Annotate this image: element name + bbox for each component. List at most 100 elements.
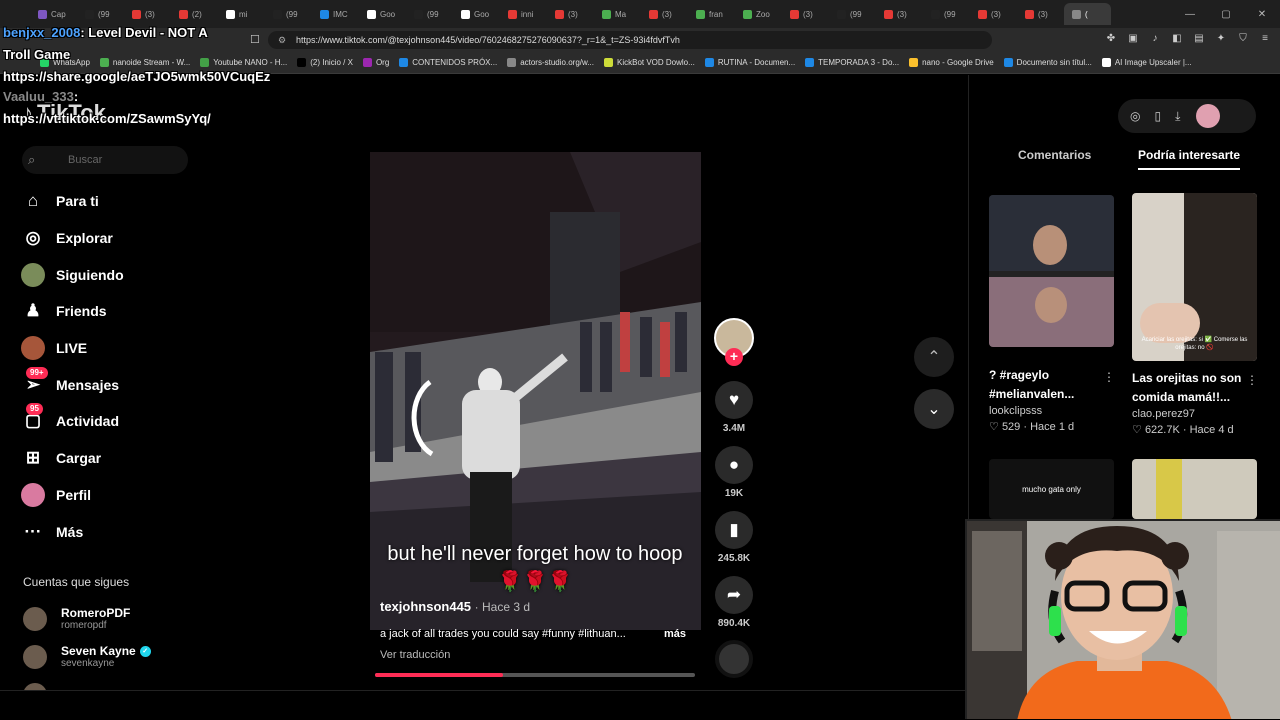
bookmark-item[interactable]: RUTINA - Documen... (704, 58, 795, 67)
video-author: clao.perez97 (1132, 408, 1195, 420)
tab-label: mi (239, 9, 248, 19)
avatar (23, 607, 47, 631)
suggested-video-card[interactable]: mucho gata only (989, 459, 1115, 519)
sidebar-icon[interactable]: ◧ (1170, 32, 1184, 46)
browser-tab[interactable]: (99 (265, 3, 312, 25)
comment-button[interactable]: ● 19K (714, 446, 754, 499)
following-account[interactable]: Seven Kayne ✓ sevenkayne (23, 638, 193, 676)
browser-tab[interactable]: (3) (641, 3, 688, 25)
nav-item-más[interactable]: ··· Más (20, 513, 190, 550)
more-options-icon[interactable]: ⋮ (1246, 373, 1258, 387)
browser-tab[interactable]: fran (688, 3, 735, 25)
extensions-icon[interactable]: ✤ (1104, 32, 1118, 46)
right-panel-tabs: Comentarios Podría interesarte (990, 145, 1260, 171)
ai-icon[interactable]: ✦ (1214, 32, 1228, 46)
tab-label: (3) (568, 9, 578, 19)
coin-icon[interactable]: ◎ (1130, 109, 1140, 123)
bookmark-item[interactable]: nano - Google Drive (909, 58, 994, 67)
nav-item-perfil[interactable]: Perfil (20, 477, 190, 514)
phone-icon[interactable]: ▯ (1154, 109, 1161, 123)
verified-icon: ✓ (139, 646, 151, 658)
tab-comments[interactable]: Comentarios (1018, 145, 1091, 165)
browser-tab[interactable]: Ma (594, 3, 641, 25)
browser-tab[interactable]: Goo (359, 3, 406, 25)
follow-plus-button[interactable]: + (725, 348, 743, 366)
previous-video-button[interactable]: ⌃ (914, 337, 954, 377)
suggested-video-card[interactable]: ? #rageylo #melianvalen... ⋮ lookclipsss… (989, 195, 1115, 435)
browser-tab[interactable]: (99 (829, 3, 876, 25)
bookmark-item[interactable]: CONTENIDOS PRÓX... (399, 58, 497, 67)
browser-tab[interactable]: (3) (876, 3, 923, 25)
nav-item-para-ti[interactable]: ⌂ Para ti (20, 183, 190, 220)
suggested-video-card[interactable]: Acariciar las orejitas: si ✅ Comerse las… (1132, 193, 1258, 438)
nav-item-label: Mensajes (56, 376, 120, 393)
save-button[interactable]: ▮ 245.8K (714, 511, 754, 564)
wallet-icon[interactable]: ▤ (1192, 32, 1206, 46)
messages-icon: ➢ 99+ (20, 366, 48, 398)
media-icon[interactable]: ♪ (1148, 32, 1162, 46)
video-author[interactable]: texjohnson445 · Hace 3 d (380, 599, 530, 614)
minimize-icon[interactable]: — (1172, 0, 1208, 28)
tab-suggested[interactable]: Podría interesarte (1138, 145, 1241, 170)
nav-item-mensajes[interactable]: ➢ 99+ Mensajes (20, 366, 190, 403)
close-window-icon[interactable]: ✕ (1244, 0, 1280, 28)
more-options-icon[interactable]: ⋮ (1103, 370, 1115, 384)
bookmark-item[interactable]: Org (362, 58, 389, 67)
download-icon[interactable]: ⤓ (1175, 109, 1180, 124)
screenshot-icon[interactable]: ▣ (1126, 32, 1140, 46)
browser-tab[interactable]: Goo (453, 3, 500, 25)
search-placeholder: Buscar (68, 154, 103, 166)
tab-label: (3) (662, 9, 672, 19)
bookmark-item[interactable]: (2) Inicio / X (297, 58, 353, 67)
browser-tab[interactable]: (3) (1017, 3, 1064, 25)
address-bar[interactable]: ⚙ https://www.tiktok.com/@texjohnson445/… (268, 31, 992, 49)
browser-tab[interactable]: Zoo (735, 3, 782, 25)
tab-favicon-icon (461, 9, 470, 19)
suggested-video-card[interactable] (1132, 459, 1258, 519)
browser-tab[interactable]: IMC (312, 3, 359, 25)
bookmark-item[interactable]: TEMPORADA 3 - Do... (805, 58, 899, 67)
bookmark-item[interactable]: actors-studio.org/w... (507, 58, 594, 67)
nav-item-live[interactable]: LIVE (20, 330, 190, 367)
nav-item-explorar[interactable]: ◎ Explorar (20, 220, 190, 257)
video-progress-bar[interactable] (375, 673, 695, 677)
nav-item-friends[interactable]: ♟ Friends (20, 293, 190, 330)
browser-tab[interactable]: (3) (970, 3, 1017, 25)
browser-tab[interactable]: (3) (782, 3, 829, 25)
bookmark-item[interactable]: Documento sin títul... (1003, 58, 1092, 67)
browser-tab[interactable]: (99 (923, 3, 970, 25)
nav-item-label: Explorar (56, 230, 113, 247)
menu-icon[interactable]: ≡ (1258, 32, 1272, 46)
webcam-feed (967, 521, 1280, 719)
more-link[interactable]: más (664, 628, 686, 640)
browser-tab[interactable]: ( (1064, 3, 1111, 25)
chat-username: benjxx_2008 (3, 25, 81, 40)
upload-icon: ⊞ (25, 448, 41, 468)
next-video-button[interactable]: ⌄ (914, 389, 954, 429)
following-account[interactable]: RomeroPDF romeropdf (23, 600, 193, 638)
browser-tab[interactable]: (99 (406, 3, 453, 25)
nav-item-label: Siguiendo (56, 266, 124, 283)
nav-item-cargar[interactable]: ⊞ Cargar (20, 440, 190, 477)
tab-favicon-icon (273, 9, 282, 19)
share-button[interactable]: ➦ 890.4K (714, 576, 754, 629)
tab-label: (3) (145, 9, 155, 19)
translate-link[interactable]: Ver traducción (380, 649, 450, 661)
tab-favicon-icon (1072, 9, 1081, 19)
bookmark-star-icon[interactable]: ☐ (250, 33, 260, 46)
vpn-icon[interactable]: ⛉ (1236, 32, 1250, 46)
nav-item-actividad[interactable]: ▢ 95 Actividad (20, 403, 190, 440)
tab-label: Zoo (756, 9, 770, 19)
browser-tab[interactable]: (3) (547, 3, 594, 25)
browser-tab[interactable]: inni (500, 3, 547, 25)
user-avatar[interactable] (1196, 104, 1221, 128)
search-input[interactable]: ⌕ Buscar (22, 146, 188, 174)
music-disc[interactable] (715, 640, 753, 678)
tab-label: Ma (615, 9, 627, 19)
site-info-icon[interactable]: ⚙ (278, 31, 286, 49)
bookmark-item[interactable]: KickBot VOD Dowlo... (604, 58, 695, 67)
bookmark-item[interactable]: AI Image Upscaler |... (1101, 58, 1192, 67)
like-button[interactable]: ♥ 3.4M (714, 381, 754, 434)
nav-item-siguiendo[interactable]: Siguiendo (20, 256, 190, 293)
maximize-icon[interactable]: ▢ (1208, 0, 1244, 28)
